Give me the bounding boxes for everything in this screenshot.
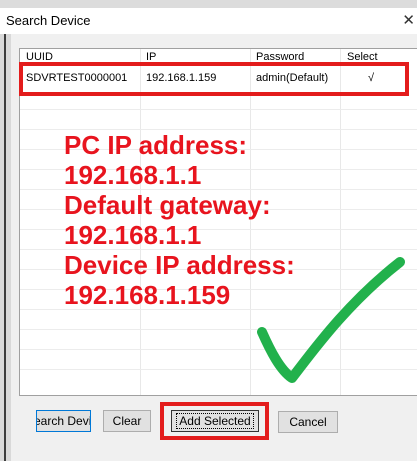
annotation-line: 192.168.1.1 [64, 220, 202, 250]
add-selected-label: Add Selected [176, 413, 254, 429]
window-left-border [4, 0, 6, 461]
table-header: UUID IP Password Select [20, 49, 417, 63]
cancel-button[interactable]: Cancel [278, 411, 338, 433]
window-top-strip [0, 0, 417, 8]
search-device-label: earch Devic [36, 414, 90, 428]
cancel-label: Cancel [289, 415, 327, 429]
row-divider [20, 109, 417, 110]
green-checkmark-icon [257, 257, 405, 383]
row-highlight-box [19, 62, 409, 96]
clear-label: Clear [112, 414, 142, 428]
annotation-line: 192.168.1.1 [64, 160, 202, 190]
close-icon[interactable]: ✕ [402, 11, 415, 29]
search-device-button[interactable]: earch Devic [36, 410, 91, 432]
annotation-line: Default gateway: [64, 190, 271, 220]
add-selected-button[interactable]: Add Selected [171, 410, 259, 432]
annotation-line: PC IP address: [64, 130, 248, 160]
title-bar: Search Device ✕ [0, 8, 417, 34]
window-title: Search Device [6, 13, 91, 28]
clear-button[interactable]: Clear [103, 410, 151, 432]
